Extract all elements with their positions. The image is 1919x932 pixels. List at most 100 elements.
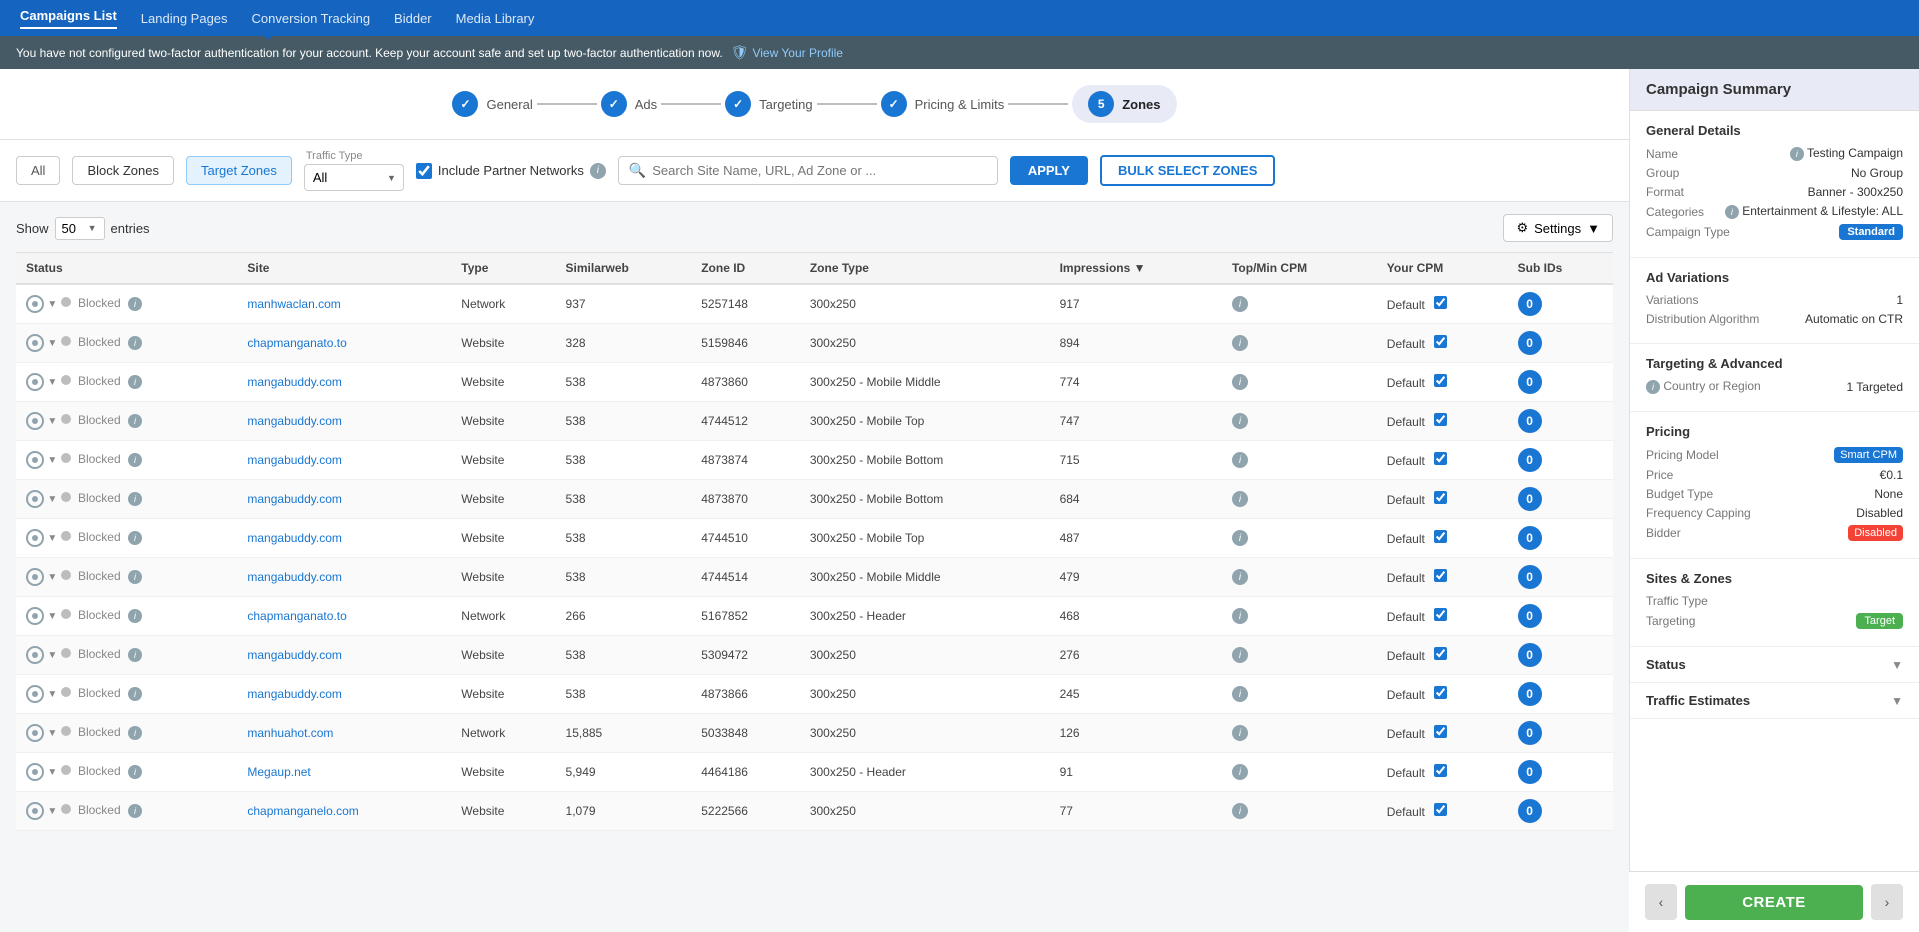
dropdown-caret-icon[interactable]: ▼	[47, 338, 57, 349]
target-toggle-icon[interactable]	[26, 295, 44, 313]
dropdown-caret-icon[interactable]: ▼	[47, 494, 57, 505]
dropdown-caret-icon[interactable]: ▼	[47, 572, 57, 583]
step-targeting[interactable]: ✓ Targeting	[725, 91, 812, 117]
step-general[interactable]: ✓ General	[452, 91, 532, 117]
entries-select[interactable]: 50 100 200	[55, 217, 105, 240]
row-info-icon[interactable]: i	[128, 414, 142, 428]
dropdown-caret-icon[interactable]: ▼	[47, 650, 57, 661]
name-info-icon[interactable]: i	[1790, 147, 1804, 161]
cpm-info-icon[interactable]: i	[1232, 296, 1248, 312]
nav-media-library[interactable]: Media Library	[456, 11, 535, 26]
nav-bidder[interactable]: Bidder	[394, 11, 432, 26]
cpm-info-icon[interactable]: i	[1232, 335, 1248, 351]
cpm-info-icon[interactable]: i	[1232, 374, 1248, 390]
apply-button[interactable]: APPLY	[1010, 156, 1088, 185]
sub-ids-badge[interactable]: 0	[1518, 331, 1542, 355]
target-toggle-icon[interactable]	[26, 607, 44, 625]
cpm-info-icon[interactable]: i	[1232, 413, 1248, 429]
sub-ids-badge[interactable]: 0	[1518, 760, 1542, 784]
target-toggle-icon[interactable]	[26, 451, 44, 469]
next-button[interactable]: ›	[1871, 884, 1903, 920]
settings-button[interactable]: ⚙ Settings ▼	[1503, 214, 1613, 242]
row-info-icon[interactable]: i	[128, 375, 142, 389]
create-button[interactable]: CREATE	[1685, 885, 1863, 920]
cpm-info-icon[interactable]: i	[1232, 608, 1248, 624]
target-toggle-icon[interactable]	[26, 412, 44, 430]
sub-ids-badge[interactable]: 0	[1518, 604, 1542, 628]
row-info-icon[interactable]: i	[128, 765, 142, 779]
sub-ids-badge[interactable]: 0	[1518, 526, 1542, 550]
cpm-info-icon[interactable]: i	[1232, 647, 1248, 663]
dropdown-caret-icon[interactable]: ▼	[47, 611, 57, 622]
dropdown-caret-icon[interactable]: ▼	[47, 728, 57, 739]
cpm-checkbox[interactable]	[1434, 686, 1447, 699]
search-input[interactable]	[652, 163, 987, 178]
all-tab-button[interactable]: All	[16, 156, 60, 185]
include-partner-info-icon[interactable]: i	[590, 163, 606, 179]
prev-button[interactable]: ‹	[1645, 884, 1677, 920]
sub-ids-badge[interactable]: 0	[1518, 799, 1542, 823]
row-info-icon[interactable]: i	[128, 531, 142, 545]
cpm-checkbox[interactable]	[1434, 335, 1447, 348]
target-toggle-icon[interactable]	[26, 763, 44, 781]
sidebar-traffic-estimates-collapse[interactable]: Traffic Estimates ▼	[1630, 683, 1919, 719]
target-toggle-icon[interactable]	[26, 529, 44, 547]
nav-campaigns-list[interactable]: Campaigns List	[20, 8, 117, 29]
cpm-checkbox[interactable]	[1434, 725, 1447, 738]
cpm-checkbox[interactable]	[1434, 452, 1447, 465]
sub-ids-badge[interactable]: 0	[1518, 682, 1542, 706]
row-info-icon[interactable]: i	[128, 492, 142, 506]
target-toggle-icon[interactable]	[26, 373, 44, 391]
target-toggle-icon[interactable]	[26, 802, 44, 820]
dropdown-caret-icon[interactable]: ▼	[47, 455, 57, 466]
cpm-info-icon[interactable]: i	[1232, 452, 1248, 468]
cpm-info-icon[interactable]: i	[1232, 764, 1248, 780]
row-info-icon[interactable]: i	[128, 804, 142, 818]
target-toggle-icon[interactable]	[26, 685, 44, 703]
target-toggle-icon[interactable]	[26, 334, 44, 352]
traffic-type-select[interactable]: All Desktop Mobile	[304, 164, 404, 191]
target-zones-button[interactable]: Target Zones	[186, 156, 292, 185]
dropdown-caret-icon[interactable]: ▼	[47, 689, 57, 700]
row-info-icon[interactable]: i	[128, 648, 142, 662]
sub-ids-badge[interactable]: 0	[1518, 487, 1542, 511]
sub-ids-badge[interactable]: 0	[1518, 565, 1542, 589]
sub-ids-badge[interactable]: 0	[1518, 643, 1542, 667]
categories-info-icon[interactable]: i	[1725, 205, 1739, 219]
step-pricing[interactable]: ✓ Pricing & Limits	[881, 91, 1005, 117]
nav-landing-pages[interactable]: Landing Pages	[141, 11, 228, 26]
step-zones[interactable]: 5 Zones	[1072, 85, 1176, 123]
target-toggle-icon[interactable]	[26, 646, 44, 664]
cpm-checkbox[interactable]	[1434, 374, 1447, 387]
nav-conversion-tracking[interactable]: Conversion Tracking	[252, 11, 371, 26]
sub-ids-badge[interactable]: 0	[1518, 370, 1542, 394]
cpm-info-icon[interactable]: i	[1232, 491, 1248, 507]
dropdown-caret-icon[interactable]: ▼	[47, 416, 57, 427]
include-partner-checkbox[interactable]	[416, 163, 432, 179]
row-info-icon[interactable]: i	[128, 297, 142, 311]
row-info-icon[interactable]: i	[128, 687, 142, 701]
row-info-icon[interactable]: i	[128, 336, 142, 350]
target-toggle-icon[interactable]	[26, 490, 44, 508]
dropdown-caret-icon[interactable]: ▼	[47, 299, 57, 310]
cpm-checkbox[interactable]	[1434, 413, 1447, 426]
cpm-checkbox[interactable]	[1434, 803, 1447, 816]
dropdown-caret-icon[interactable]: ▼	[47, 533, 57, 544]
cpm-checkbox[interactable]	[1434, 491, 1447, 504]
sub-ids-badge[interactable]: 0	[1518, 292, 1542, 316]
cpm-checkbox[interactable]	[1434, 530, 1447, 543]
row-info-icon[interactable]: i	[128, 570, 142, 584]
sub-ids-badge[interactable]: 0	[1518, 721, 1542, 745]
cpm-info-icon[interactable]: i	[1232, 686, 1248, 702]
cpm-checkbox[interactable]	[1434, 296, 1447, 309]
target-toggle-icon[interactable]	[26, 568, 44, 586]
cpm-info-icon[interactable]: i	[1232, 569, 1248, 585]
cpm-info-icon[interactable]: i	[1232, 530, 1248, 546]
target-toggle-icon[interactable]	[26, 724, 44, 742]
row-info-icon[interactable]: i	[128, 726, 142, 740]
sub-ids-badge[interactable]: 0	[1518, 448, 1542, 472]
step-ads[interactable]: ✓ Ads	[601, 91, 657, 117]
dropdown-caret-icon[interactable]: ▼	[47, 806, 57, 817]
row-info-icon[interactable]: i	[128, 453, 142, 467]
col-impressions[interactable]: Impressions ▼	[1050, 253, 1222, 285]
